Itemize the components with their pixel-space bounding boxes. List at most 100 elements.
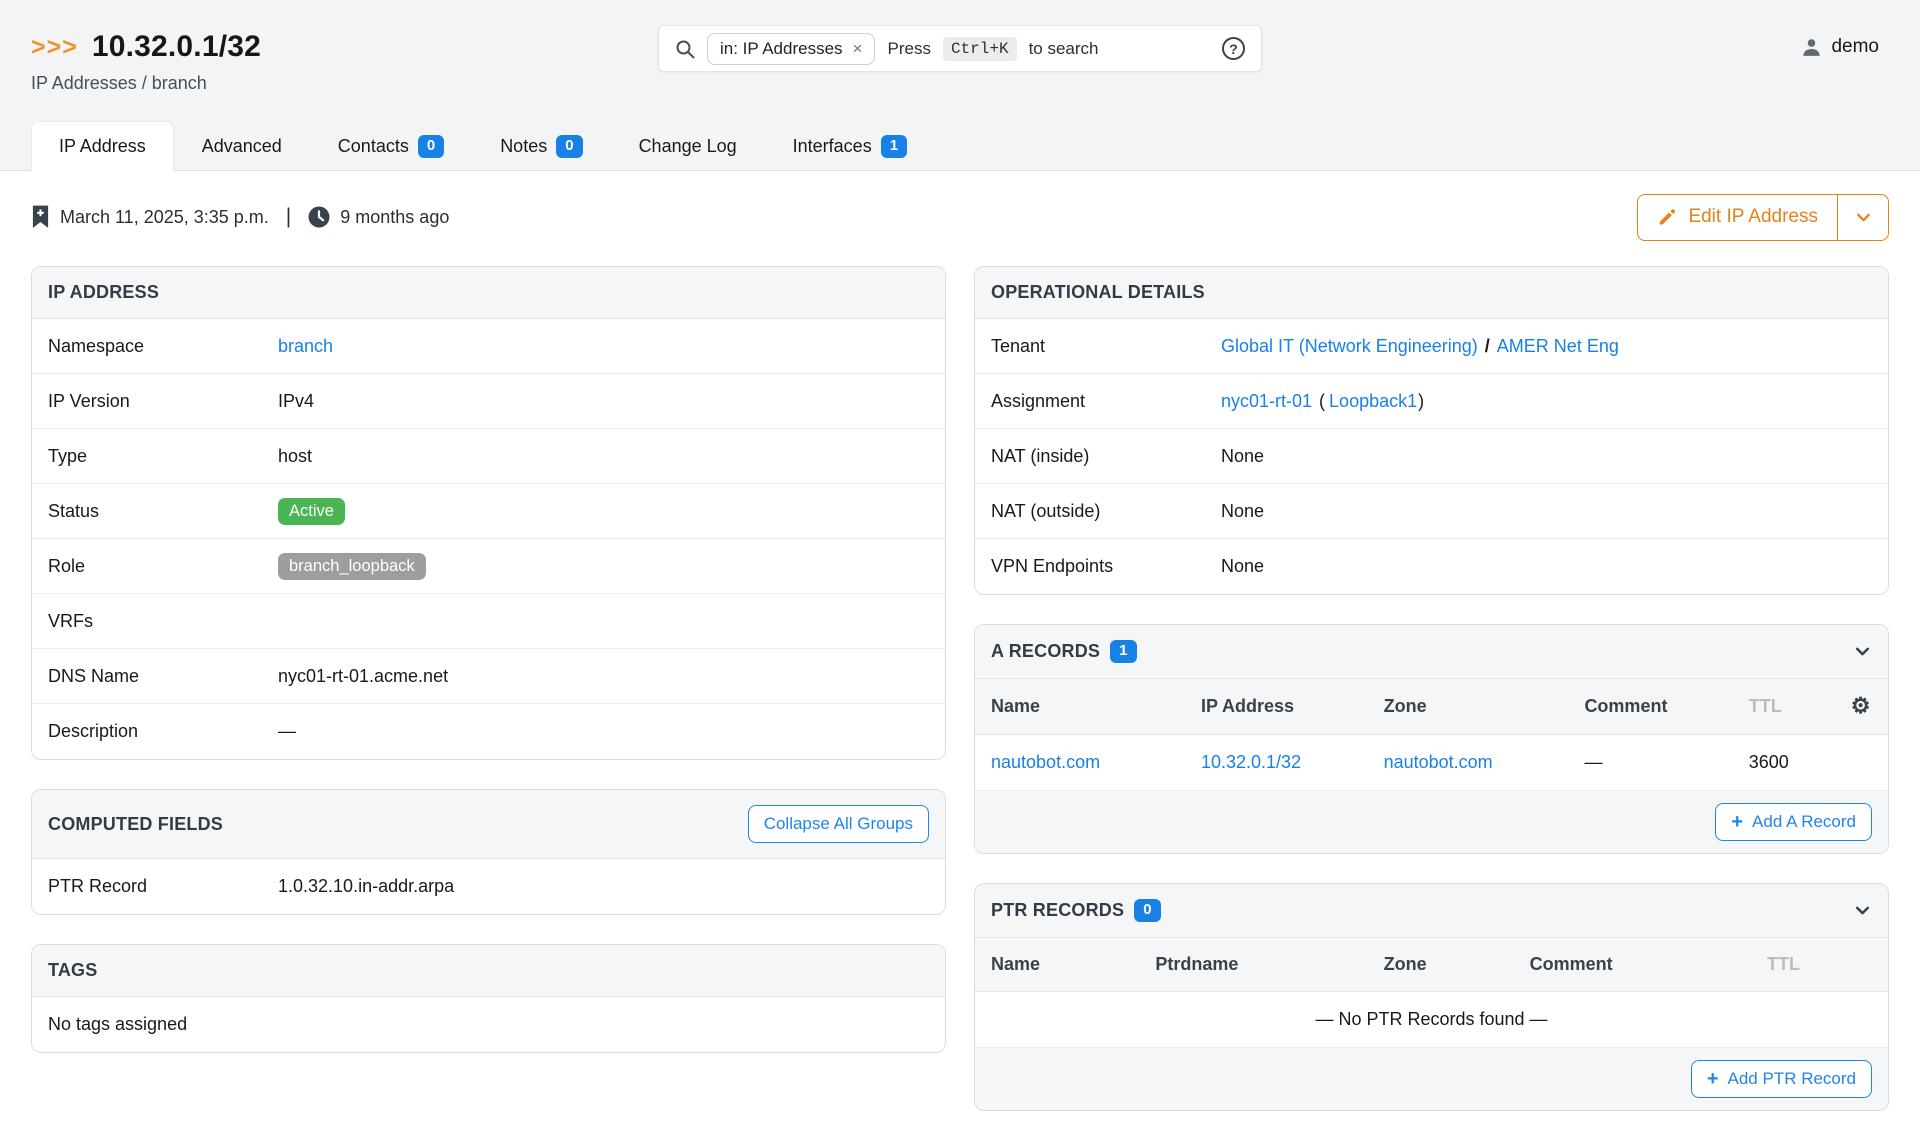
row-vrfs: VRFs — [32, 594, 945, 649]
a-records-count-badge: 1 — [1110, 640, 1137, 663]
field-value: IPv4 — [278, 391, 314, 412]
global-search-input[interactable]: in: IP Addresses × Press Ctrl+K to searc… — [658, 25, 1262, 72]
role-badge[interactable]: branch_loopback — [278, 553, 426, 580]
field-value: 1.0.32.10.in-addr.arpa — [278, 876, 454, 897]
namespace-link[interactable]: branch — [278, 336, 333, 357]
panel-title: OPERATIONAL DETAILS — [991, 282, 1205, 303]
tenant-link[interactable]: AMER Net Eng — [1497, 336, 1619, 357]
person-icon — [1801, 37, 1822, 58]
row-ptr-record: PTR Record 1.0.32.10.in-addr.arpa — [32, 859, 945, 914]
field-label: Role — [48, 556, 278, 577]
field-label: NAT (inside) — [991, 446, 1221, 467]
panel-title: IP ADDRESS — [48, 282, 159, 303]
row-status: Status Active — [32, 484, 945, 539]
no-ptr-records-message: — No PTR Records found — — [975, 991, 1888, 1047]
column-header-comment: Comment — [1514, 938, 1751, 992]
pencil-icon — [1657, 207, 1677, 227]
a-records-panel: A RECORDS 1 Name IP Address Zone Comment — [974, 624, 1889, 854]
chevron-down-icon — [1853, 642, 1872, 661]
row-nat-outside: NAT (outside) None — [975, 484, 1888, 539]
field-label: PTR Record — [48, 876, 278, 897]
a-record-ttl: 3600 — [1733, 734, 1833, 790]
ctrl-k-kbd: Ctrl+K — [943, 37, 1017, 61]
clock-icon — [308, 206, 330, 228]
row-role: Role branch_loopback — [32, 539, 945, 594]
a-record-ip-link[interactable]: 10.32.0.1/32 — [1201, 752, 1301, 772]
collapse-panel-toggle[interactable] — [1853, 901, 1872, 920]
page-title: 10.32.0.1/32 — [92, 30, 261, 64]
tab-ip-address[interactable]: IP Address — [31, 121, 174, 171]
tab-label: Interfaces — [793, 136, 872, 157]
device-link[interactable]: nyc01-rt-01 — [1221, 391, 1312, 412]
search-icon — [675, 39, 695, 59]
meta-separator: | — [286, 205, 291, 229]
tab-interfaces-badge: 1 — [881, 135, 907, 158]
tab-contacts[interactable]: Contacts 0 — [310, 121, 472, 171]
chevron-down-icon — [1853, 901, 1872, 920]
panel-title: COMPUTED FIELDS — [48, 814, 223, 835]
ptr-records-panel: PTR RECORDS 0 Name Ptrdname Zone Comment — [974, 883, 1889, 1111]
brand-chevrons-icon: >>> — [31, 35, 78, 60]
row-namespace: Namespace branch — [32, 319, 945, 374]
search-filter-pill[interactable]: in: IP Addresses × — [707, 33, 875, 65]
tab-label: Advanced — [202, 136, 282, 157]
table-row: nautobot.com 10.32.0.1/32 nautobot.com —… — [975, 734, 1888, 790]
tab-contacts-badge: 0 — [418, 135, 444, 158]
tab-advanced[interactable]: Advanced — [174, 121, 310, 171]
edit-dropdown-toggle[interactable] — [1837, 195, 1888, 240]
paren-close: ) — [1418, 391, 1424, 412]
ip-address-panel: IP ADDRESS Namespace branch IP Version I… — [31, 266, 946, 760]
column-header-ttl: TTL — [1751, 938, 1888, 992]
chevron-down-icon — [1854, 208, 1873, 227]
add-a-record-button[interactable]: + Add A Record — [1715, 803, 1872, 841]
row-vpn-endpoints: VPN Endpoints None — [975, 539, 1888, 594]
tab-label: Contacts — [338, 136, 409, 157]
tab-label: IP Address — [59, 136, 146, 157]
search-hint-suffix: to search — [1029, 39, 1099, 59]
tab-interfaces[interactable]: Interfaces 1 — [765, 121, 935, 171]
field-value: nyc01-rt-01.acme.net — [278, 666, 448, 687]
add-ptr-record-label: Add PTR Record — [1728, 1069, 1857, 1089]
a-record-comment: — — [1568, 734, 1732, 790]
search-filter-label: in: IP Addresses — [720, 39, 843, 59]
interface-link[interactable]: Loopback1 — [1329, 391, 1417, 412]
computed-fields-panel: COMPUTED FIELDS Collapse All Groups PTR … — [31, 789, 946, 915]
column-header-ip-address: IP Address — [1185, 679, 1368, 735]
collapse-panel-toggle[interactable] — [1853, 642, 1872, 661]
column-header-comment: Comment — [1568, 679, 1732, 735]
panel-title: TAGS — [48, 960, 97, 981]
created-date: March 11, 2025, 3:35 p.m. — [60, 207, 269, 228]
row-description: Description — — [32, 704, 945, 759]
tab-label: Change Log — [639, 136, 737, 157]
user-menu[interactable]: demo — [1801, 36, 1879, 58]
column-header-name: Name — [975, 679, 1185, 735]
search-hint-press: Press — [887, 39, 930, 59]
row-tenant: Tenant Global IT (Network Engineering) /… — [975, 319, 1888, 374]
tenant-separator: / — [1485, 336, 1490, 357]
tenant-group-link[interactable]: Global IT (Network Engineering) — [1221, 336, 1478, 357]
tab-label: Notes — [500, 136, 547, 157]
field-label: NAT (outside) — [991, 501, 1221, 522]
field-label: Description — [48, 721, 278, 742]
column-header-ptrdname: Ptrdname — [1139, 938, 1367, 992]
row-assignment: Assignment nyc01-rt-01 ( Loopback1 ) — [975, 374, 1888, 429]
edit-ip-address-button[interactable]: Edit IP Address — [1638, 195, 1837, 240]
main-content: March 11, 2025, 3:35 p.m. | 9 months ago… — [0, 193, 1920, 1140]
detail-tabs: IP Address Advanced Contacts 0 Notes 0 C… — [31, 121, 935, 171]
field-label: Status — [48, 501, 278, 522]
a-record-zone-link[interactable]: nautobot.com — [1384, 752, 1493, 772]
collapse-all-groups-button[interactable]: Collapse All Groups — [748, 805, 929, 843]
field-label: VPN Endpoints — [991, 556, 1221, 577]
plus-icon: + — [1731, 812, 1743, 832]
add-ptr-record-button[interactable]: + Add PTR Record — [1691, 1060, 1872, 1098]
a-record-name-link[interactable]: nautobot.com — [991, 752, 1100, 772]
gear-icon[interactable]: ⚙ — [1851, 693, 1871, 718]
tab-notes[interactable]: Notes 0 — [472, 121, 610, 171]
tab-change-log[interactable]: Change Log — [611, 121, 765, 171]
row-type: Type host — [32, 429, 945, 484]
status-badge[interactable]: Active — [278, 498, 345, 525]
remove-filter-icon[interactable]: × — [853, 40, 863, 57]
field-label: Type — [48, 446, 278, 467]
help-icon[interactable]: ? — [1222, 37, 1245, 60]
field-label: DNS Name — [48, 666, 278, 687]
